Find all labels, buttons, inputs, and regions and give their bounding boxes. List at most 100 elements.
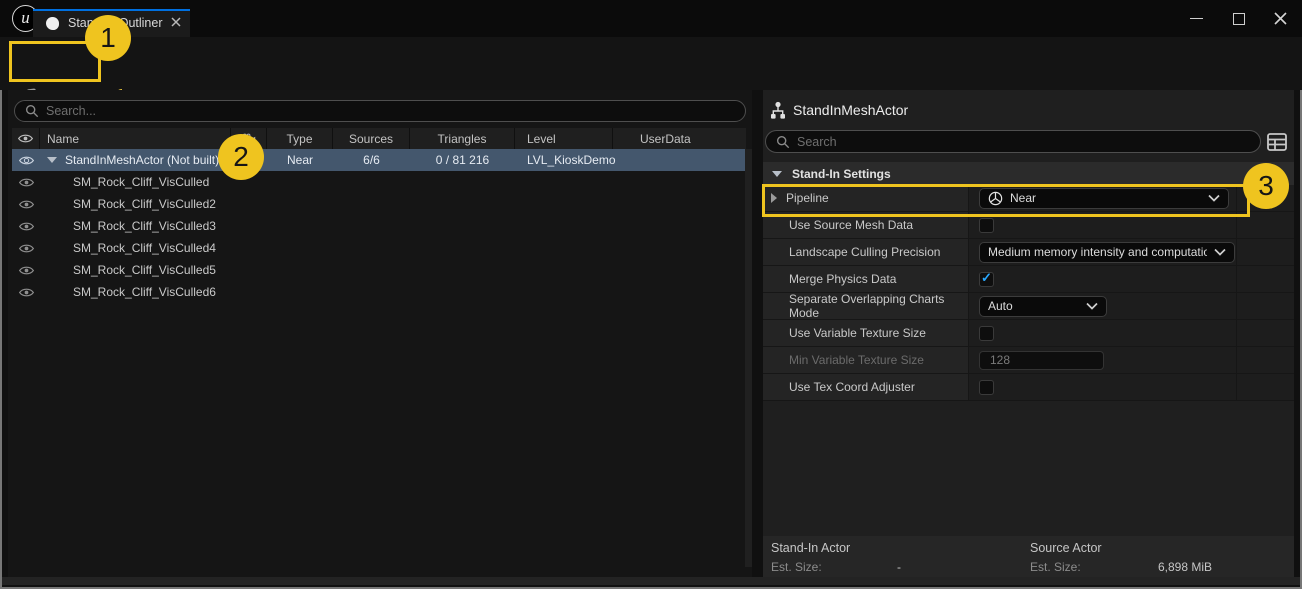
use-variable-texture-size-checkbox[interactable] bbox=[979, 326, 994, 341]
column-sources[interactable]: Sources bbox=[333, 128, 410, 149]
annotation-callout-1: 1 bbox=[85, 15, 131, 61]
row-name: SM_Rock_Cliff_VisCulled3 bbox=[40, 215, 216, 237]
row-name: SM_Rock_Cliff_VisCulled2 bbox=[40, 193, 216, 215]
annotation-callout-2: 2 bbox=[218, 134, 264, 180]
search-icon bbox=[25, 104, 39, 118]
outliner-search-input[interactable] bbox=[46, 104, 735, 118]
tab-icon bbox=[46, 17, 59, 30]
minimize-button[interactable] bbox=[1189, 11, 1204, 26]
column-triangles[interactable]: Triangles bbox=[410, 128, 515, 149]
close-button[interactable] bbox=[1273, 11, 1288, 26]
row-visibility-toggle[interactable] bbox=[12, 171, 40, 193]
row-visibility-toggle[interactable] bbox=[12, 237, 40, 259]
row-userdata bbox=[613, 149, 746, 171]
details-search-input[interactable] bbox=[797, 135, 1250, 149]
bottom-strip bbox=[2, 577, 1300, 585]
row-name: StandInMeshActor (Not built) bbox=[65, 153, 219, 167]
row-visibility-toggle[interactable] bbox=[12, 193, 40, 215]
annotation-callout-3: 3 bbox=[1243, 163, 1289, 209]
window-controls bbox=[1189, 0, 1288, 37]
column-userdata[interactable]: UserData bbox=[613, 128, 746, 149]
row-use-variable-texture-size[interactable]: Use Variable Texture Size bbox=[763, 320, 1294, 347]
outliner-row-child[interactable]: SM_Rock_Cliff_VisCulled2 bbox=[12, 193, 746, 215]
section-stand-in-settings[interactable]: Stand-In Settings bbox=[763, 162, 1294, 185]
landscape-culling-precision-dropdown[interactable]: Medium memory intensity and computation … bbox=[979, 242, 1235, 263]
outliner-row-child[interactable]: SM_Rock_Cliff_VisCulled4 bbox=[12, 237, 746, 259]
eye-icon bbox=[18, 133, 33, 144]
annotation-box-pipeline bbox=[762, 184, 1250, 217]
outliner-row-child[interactable]: SM_Rock_Cliff_VisCulled3 bbox=[12, 215, 746, 237]
merge-physics-data-checkbox[interactable] bbox=[979, 272, 994, 287]
maximize-button[interactable] bbox=[1231, 11, 1246, 26]
row-visibility-toggle[interactable] bbox=[12, 215, 40, 237]
row-name: SM_Rock_Cliff_VisCulled5 bbox=[40, 259, 216, 281]
toolbar: Create ? Build bbox=[0, 37, 1302, 90]
actor-hierarchy-icon bbox=[768, 101, 788, 124]
outliner-search[interactable] bbox=[14, 100, 746, 122]
dropdown-value: Medium memory intensity and computation … bbox=[988, 245, 1207, 259]
row-landscape-culling-precision[interactable]: Landscape Culling Precision Medium memor… bbox=[763, 239, 1294, 266]
reset-cell bbox=[1236, 293, 1294, 319]
outliner-row-child[interactable]: SM_Rock_Cliff_VisCulled5 bbox=[12, 259, 746, 281]
eye-icon bbox=[19, 199, 34, 210]
row-visibility-toggle[interactable] bbox=[12, 281, 40, 303]
details-title: StandInMeshActor bbox=[793, 102, 908, 118]
eye-icon bbox=[19, 287, 34, 298]
setting-label: Landscape Culling Precision bbox=[763, 239, 968, 265]
reset-cell bbox=[1236, 239, 1294, 265]
row-separate-overlapping-charts-mode[interactable]: Separate Overlapping Charts Mode Auto bbox=[763, 293, 1294, 320]
min-variable-texture-size-input[interactable] bbox=[979, 351, 1104, 370]
reset-cell bbox=[1236, 347, 1294, 373]
details-search[interactable] bbox=[765, 130, 1261, 153]
row-name: SM_Rock_Cliff_VisCulled bbox=[40, 171, 209, 193]
titlebar: u Stand-In Outliner bbox=[0, 0, 1302, 37]
column-level[interactable]: Level bbox=[515, 128, 613, 149]
row-use-tex-coord-adjuster[interactable]: Use Tex Coord Adjuster bbox=[763, 374, 1294, 401]
details-view-options-icon[interactable] bbox=[1267, 133, 1287, 154]
setting-label: Use Tex Coord Adjuster bbox=[763, 374, 968, 400]
separate-overlapping-charts-mode-dropdown[interactable]: Auto bbox=[979, 296, 1107, 317]
column-type[interactable]: Type bbox=[267, 128, 333, 149]
reset-cell bbox=[1236, 266, 1294, 292]
use-source-mesh-data-checkbox[interactable] bbox=[979, 218, 994, 233]
eye-icon bbox=[19, 177, 34, 188]
outliner-row-child[interactable]: SM_Rock_Cliff_VisCulled bbox=[12, 171, 746, 193]
row-min-variable-texture-size[interactable]: Min Variable Texture Size bbox=[763, 347, 1294, 374]
eye-icon bbox=[19, 265, 34, 276]
row-merge-physics-data[interactable]: Merge Physics Data bbox=[763, 266, 1294, 293]
row-type: Near bbox=[267, 149, 333, 171]
details-panel: StandInMeshActor Stand-In Settings Pipel… bbox=[763, 90, 1294, 577]
use-tex-coord-adjuster-checkbox[interactable] bbox=[979, 380, 994, 395]
source-est-size-label: Est. Size: bbox=[1030, 560, 1081, 574]
setting-label: Merge Physics Data bbox=[763, 266, 968, 292]
outliner-row-child[interactable]: SM_Rock_Cliff_VisCulled6 bbox=[12, 281, 746, 303]
setting-label: Use Variable Texture Size bbox=[763, 320, 968, 346]
row-visibility-toggle[interactable] bbox=[12, 149, 40, 171]
setting-label: Separate Overlapping Charts Mode bbox=[763, 293, 968, 319]
standin-est-size-value: - bbox=[897, 560, 901, 574]
row-visibility-toggle[interactable] bbox=[12, 259, 40, 281]
section-collapse-icon[interactable] bbox=[772, 171, 782, 177]
tab-close-icon[interactable] bbox=[171, 16, 181, 30]
size-summary-footer: Stand-In Actor Est. Size: - Source Actor… bbox=[763, 536, 1294, 577]
column-name[interactable]: Name bbox=[40, 128, 231, 149]
search-icon bbox=[776, 135, 790, 149]
setting-label: Min Variable Texture Size bbox=[763, 347, 968, 373]
outliner-row-standinmeshactor[interactable]: StandInMeshActor (Not built) Near 6/6 0 … bbox=[12, 149, 746, 171]
row-level: LVL_KioskDemo bbox=[515, 149, 613, 171]
expander-collapse-icon[interactable] bbox=[47, 157, 57, 163]
outliner-table-header[interactable]: Name Type Sources Triangles Level UserDa… bbox=[12, 128, 746, 149]
column-visibility[interactable] bbox=[12, 128, 40, 149]
source-est-size-value: 6,898 MiB bbox=[1158, 560, 1212, 574]
standin-actor-title: Stand-In Actor bbox=[771, 541, 850, 555]
details-rows: Pipeline Near ↺ Use Source Mesh Data bbox=[763, 185, 1294, 401]
eye-icon bbox=[19, 221, 34, 232]
eye-icon bbox=[19, 243, 34, 254]
source-actor-title: Source Actor bbox=[1030, 541, 1102, 555]
outliner-scrollbar[interactable] bbox=[745, 149, 752, 567]
standin-est-size-label: Est. Size: bbox=[771, 560, 822, 574]
chevron-down-icon bbox=[1086, 302, 1098, 310]
row-sources: 6/6 bbox=[333, 149, 410, 171]
row-name: SM_Rock_Cliff_VisCulled4 bbox=[40, 237, 216, 259]
section-label: Stand-In Settings bbox=[792, 167, 891, 181]
